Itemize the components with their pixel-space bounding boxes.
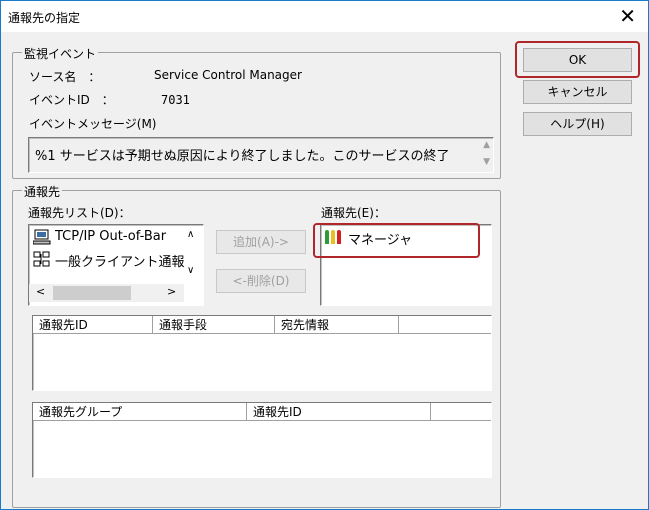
event-id-label: イベントID ： [29, 93, 114, 107]
column-header[interactable]: 宛先情報 [275, 316, 399, 334]
title-bar: 通報先の指定 ✕ [1, 1, 648, 32]
list-item-label: 一般クライアント通報 [55, 255, 185, 270]
cancel-button[interactable]: キャンセル [523, 80, 632, 104]
event-id-value: 7031 [161, 93, 190, 107]
source-value: Service Control Manager [154, 68, 302, 82]
list-item[interactable]: 一般クライアント通報 [31, 250, 186, 270]
source-label: ソース名 ： [29, 70, 101, 84]
ok-highlight [515, 41, 640, 78]
scroll-right-icon[interactable]: > [167, 285, 176, 298]
close-icon[interactable]: ✕ [619, 5, 636, 27]
group-table[interactable]: 通報先グループ 通報先ID [32, 402, 492, 478]
destination-legend: 通報先 [22, 183, 63, 200]
horizontal-scrollbar[interactable]: < > [29, 284, 184, 302]
scroll-up-icon[interactable]: ▲ [483, 140, 490, 150]
manager-highlight [313, 223, 480, 258]
list-item-label: TCP/IP Out-of-Bar [55, 229, 167, 244]
dialog-title: 通報先の指定 [8, 11, 81, 25]
selected-destination-label: 通報先(E)： [321, 206, 386, 220]
scroll-down-icon[interactable]: ▼ [483, 157, 490, 167]
destination-list[interactable]: TCP/IP Out-of-Bar 一般クライアント通報 ∧ ∨ < > [28, 224, 204, 306]
monitor-event-legend: 監視イベント [22, 45, 99, 62]
scroll-up-icon[interactable]: ∧ [187, 229, 194, 240]
column-header[interactable]: 通報手段 [153, 316, 275, 334]
network-icon [33, 251, 50, 267]
event-message-field[interactable]: %1 サービスは予期せぬ原因により終了しました。このサービスの終了 ▲ ▼ [28, 137, 494, 173]
computer-icon [33, 229, 51, 245]
column-header-empty [431, 403, 491, 421]
column-header[interactable]: 通報先ID [33, 316, 153, 334]
column-header[interactable]: 通報先グループ [33, 403, 247, 421]
column-header-empty [399, 316, 491, 334]
help-button[interactable]: ヘルプ(H) [523, 112, 632, 136]
scroll-left-icon[interactable]: < [36, 285, 45, 298]
list-item[interactable]: TCP/IP Out-of-Bar [31, 228, 186, 246]
event-message-text: %1 サービスは予期せぬ原因により終了しました。このサービスの終了 [35, 149, 450, 164]
remove-button[interactable]: <-削除(D) [216, 269, 306, 293]
destination-list-label: 通報先リスト(D)： [28, 206, 131, 220]
event-message-label: イベントメッセージ(M) [29, 117, 157, 131]
scroll-down-icon[interactable]: ∨ [187, 265, 194, 276]
add-button[interactable]: 追加(A)-> [216, 230, 306, 254]
scrollbar-thumb[interactable] [53, 286, 131, 300]
column-header[interactable]: 通報先ID [247, 403, 431, 421]
destination-table[interactable]: 通報先ID 通報手段 宛先情報 [32, 315, 492, 391]
dialog-window: 通報先の指定 ✕ 監視イベント ソース名 ： Service Control M… [0, 0, 649, 510]
